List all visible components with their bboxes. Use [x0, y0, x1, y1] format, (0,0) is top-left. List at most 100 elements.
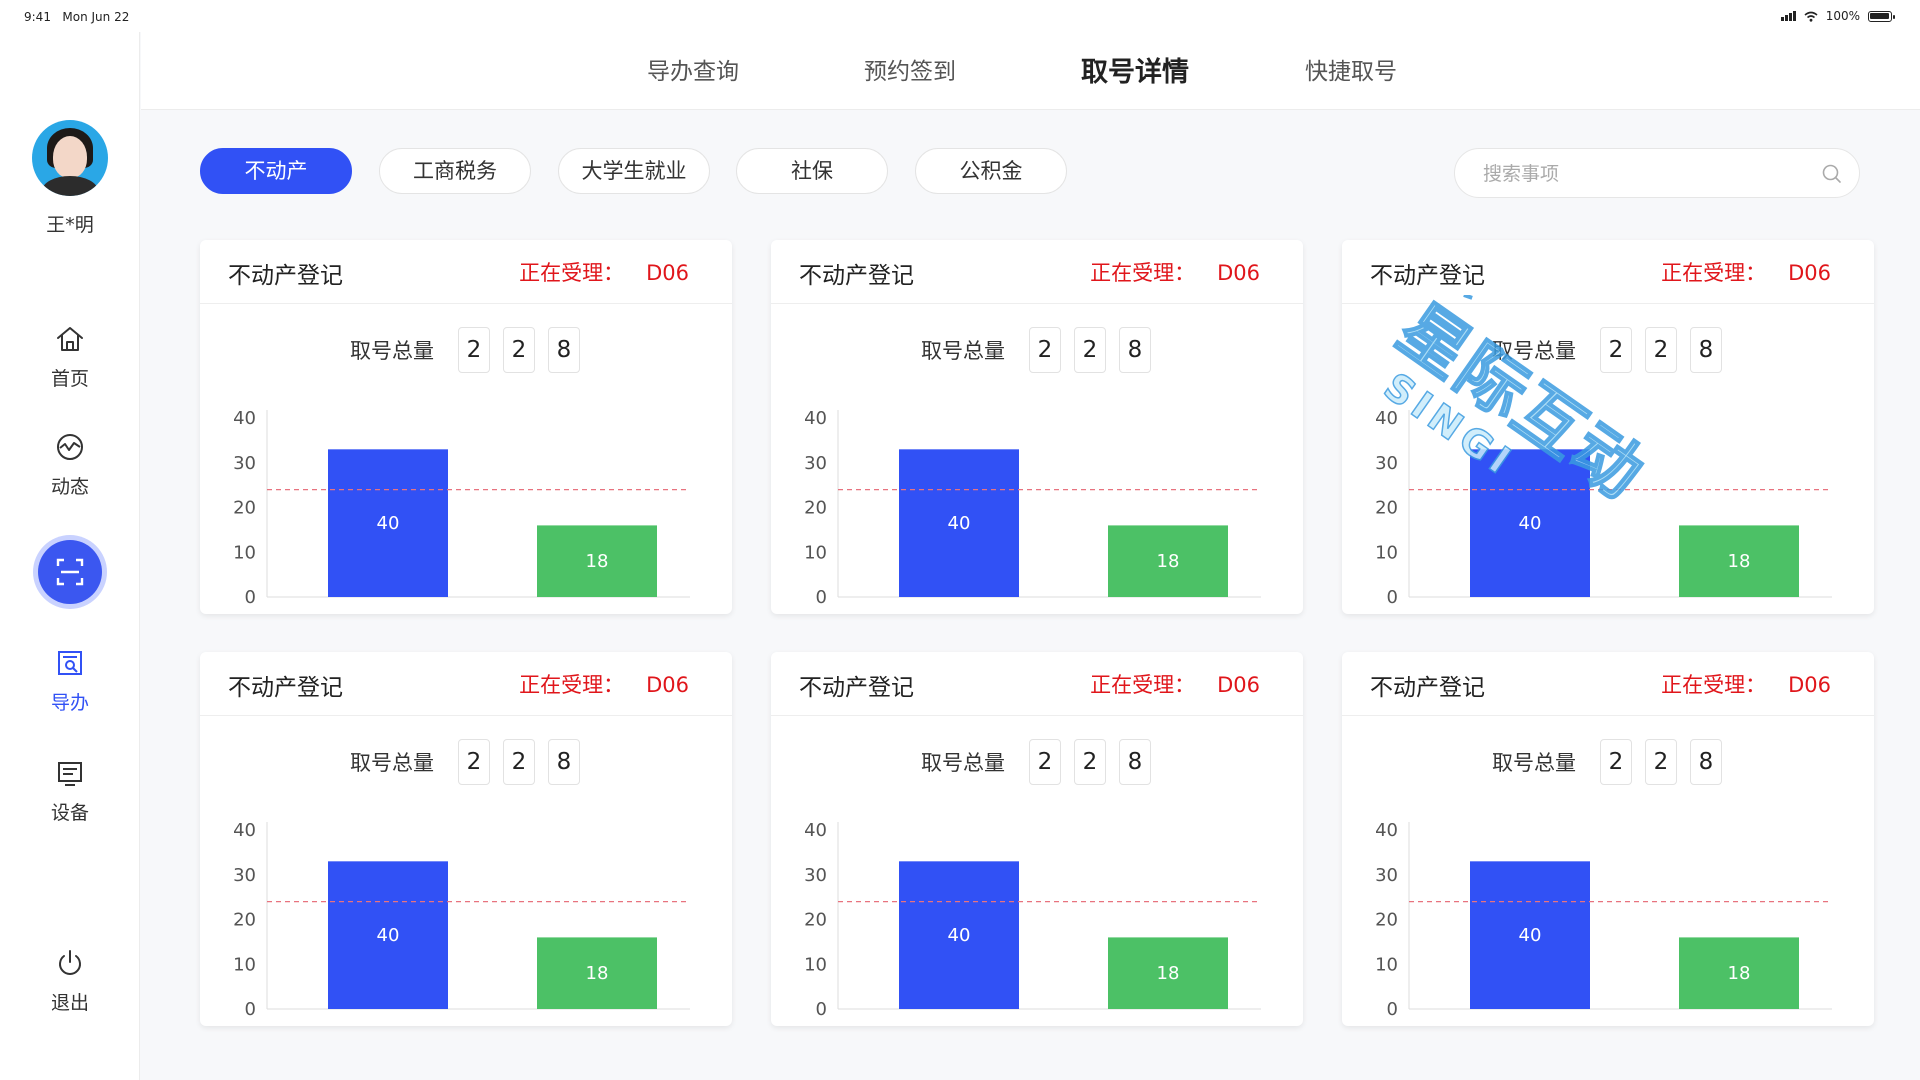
ticket-total: 取号总量 2 2 8 — [350, 326, 593, 374]
y-tick-label: 10 — [804, 542, 827, 563]
queue-card[interactable]: 不动产登记正在受理：D06取号总量22801020304040等候18办完 — [200, 240, 732, 614]
ticket-total: 取号总量 2 2 8 — [1492, 738, 1735, 786]
y-tick-label: 20 — [233, 498, 256, 519]
filter-social-security[interactable]: 社保 — [736, 148, 888, 194]
sidebar-item-label: 首页 — [50, 368, 89, 390]
search-input[interactable] — [1483, 159, 1803, 189]
total-digit: 2 — [458, 327, 490, 373]
status-code: D06 — [1217, 673, 1260, 697]
card-header: 不动产登记 正在受理： D06 — [1342, 240, 1874, 304]
filter-graduate-employment[interactable]: 大学生就业 — [558, 148, 710, 194]
status-indicators: 100% — [1780, 9, 1895, 23]
y-tick-label: 40 — [804, 408, 827, 429]
filter-business-tax[interactable]: 工商税务 — [379, 148, 531, 194]
total-label: 取号总量 — [921, 751, 1005, 775]
status-code: D06 — [1788, 673, 1831, 697]
bar-value-label: 18 — [1728, 963, 1751, 984]
total-label: 取号总量 — [1492, 751, 1576, 775]
status-bar: 9:41 Mon Jun 22 100% — [0, 0, 1920, 32]
total-label: 取号总量 — [350, 339, 434, 363]
tab-quick-ticket[interactable]: 快捷取号 — [1305, 52, 1397, 86]
status-label: 正在受理： — [519, 673, 625, 697]
bar-value-label: 40 — [1519, 925, 1542, 946]
guide-icon — [58, 651, 82, 675]
total-digit: 2 — [1600, 739, 1632, 785]
power-icon — [59, 950, 81, 975]
total-digit: 2 — [458, 739, 490, 785]
total-digit: 2 — [503, 327, 535, 373]
bar-value-label: 18 — [586, 551, 609, 572]
bar-value-label: 18 — [586, 963, 609, 984]
processing-status: 正在受理： D06 — [1090, 257, 1260, 287]
sidebar: 王*明 首页 动态 导办 设备 退出 — [0, 32, 140, 1080]
scan-button[interactable] — [38, 540, 102, 604]
y-tick-label: 20 — [804, 910, 827, 931]
status-label: 正在受理： — [1661, 673, 1767, 697]
status-label: 正在受理： — [1661, 261, 1767, 285]
processing-status: 正在受理： D06 — [1661, 669, 1831, 699]
ticket-total: 取号总量 2 2 8 — [1492, 326, 1735, 374]
card-header: 不动产登记 正在受理： D06 — [200, 652, 732, 716]
y-tick-label: 0 — [816, 587, 827, 608]
y-tick-label: 40 — [804, 820, 827, 841]
status-label: 正在受理： — [519, 261, 625, 285]
total-digit: 8 — [1119, 327, 1151, 373]
queue-card[interactable]: 不动产登记正在受理：D06取号总量22801020304040等候18办完 — [200, 652, 732, 1026]
filter-real-estate[interactable]: 不动产 — [200, 148, 352, 194]
sidebar-item-logout[interactable]: 退出 — [0, 946, 140, 1015]
sidebar-item-device[interactable]: 设备 — [0, 756, 140, 825]
y-tick-label: 40 — [233, 408, 256, 429]
tab-appointment-checkin[interactable]: 预约签到 — [864, 52, 956, 86]
y-tick-label: 20 — [233, 910, 256, 931]
total-label: 取号总量 — [1492, 339, 1576, 363]
y-tick-label: 30 — [1375, 865, 1398, 886]
sidebar-item-home[interactable]: 首页 — [0, 322, 140, 391]
sidebar-item-label: 导办 — [50, 692, 89, 714]
total-digit: 2 — [1645, 739, 1677, 785]
bar-chart: 01020304040等候18办完 — [233, 820, 690, 1020]
ticket-total: 取号总量 2 2 8 — [921, 326, 1164, 374]
avatar-body — [42, 176, 98, 196]
total-digit: 2 — [1074, 739, 1106, 785]
status-code: D06 — [1788, 261, 1831, 285]
search-icon[interactable] — [1821, 163, 1843, 185]
y-tick-label: 40 — [233, 820, 256, 841]
battery-icon — [1868, 10, 1895, 22]
bar-value-label: 40 — [1519, 513, 1542, 534]
total-digit: 8 — [548, 739, 580, 785]
bar-chart: 01020304040等候18办完 — [233, 408, 690, 608]
sidebar-item-label: 退出 — [50, 992, 89, 1014]
card-header: 不动产登记 正在受理： D06 — [200, 240, 732, 304]
processing-status: 正在受理： D06 — [519, 669, 689, 699]
bar-value-label: 40 — [948, 513, 971, 534]
queue-card[interactable]: 不动产登记正在受理：D06取号总量22801020304040等候18办完 — [771, 240, 1303, 614]
tab-guide-query[interactable]: 导办查询 — [647, 52, 739, 86]
total-digit: 8 — [1690, 739, 1722, 785]
ticket-total: 取号总量 2 2 8 — [921, 738, 1164, 786]
sidebar-item-activity[interactable]: 动态 — [0, 430, 140, 499]
top-tab-bar: 导办查询 预约签到 取号详情 快捷取号 — [141, 32, 1920, 110]
processing-status: 正在受理： D06 — [1661, 257, 1831, 287]
total-digit: 2 — [1029, 739, 1061, 785]
sidebar-item-guide[interactable]: 导办 — [0, 646, 140, 715]
queue-card[interactable]: 不动产登记正在受理：D06取号总量22801020304040等候18办完 — [1342, 240, 1874, 614]
queue-card[interactable]: 不动产登记正在受理：D06取号总量22801020304040等候18办完 — [1342, 652, 1874, 1026]
card-title: 不动产登记 — [1370, 675, 1485, 701]
bar-chart: 01020304040等候18办完 — [804, 408, 1261, 608]
card-header: 不动产登记 正在受理： D06 — [771, 240, 1303, 304]
avatar-face — [53, 136, 87, 178]
bar-chart: 01020304040等候18办完 — [1375, 408, 1832, 608]
tab-ticket-details[interactable]: 取号详情 — [1081, 50, 1189, 89]
total-digit: 8 — [1119, 739, 1151, 785]
queue-card[interactable]: 不动产登记正在受理：D06取号总量22801020304040等候18办完 — [771, 652, 1303, 1026]
avatar[interactable] — [32, 120, 108, 196]
y-tick-label: 0 — [1387, 587, 1398, 608]
ticket-total: 取号总量 2 2 8 — [350, 738, 593, 786]
y-tick-label: 20 — [1375, 910, 1398, 931]
card-title: 不动产登记 — [228, 675, 343, 701]
total-digit: 2 — [1029, 327, 1061, 373]
processing-status: 正在受理： D06 — [1090, 669, 1260, 699]
filter-housing-fund[interactable]: 公积金 — [915, 148, 1067, 194]
total-digit: 2 — [1074, 327, 1106, 373]
status-code: D06 — [1217, 261, 1260, 285]
